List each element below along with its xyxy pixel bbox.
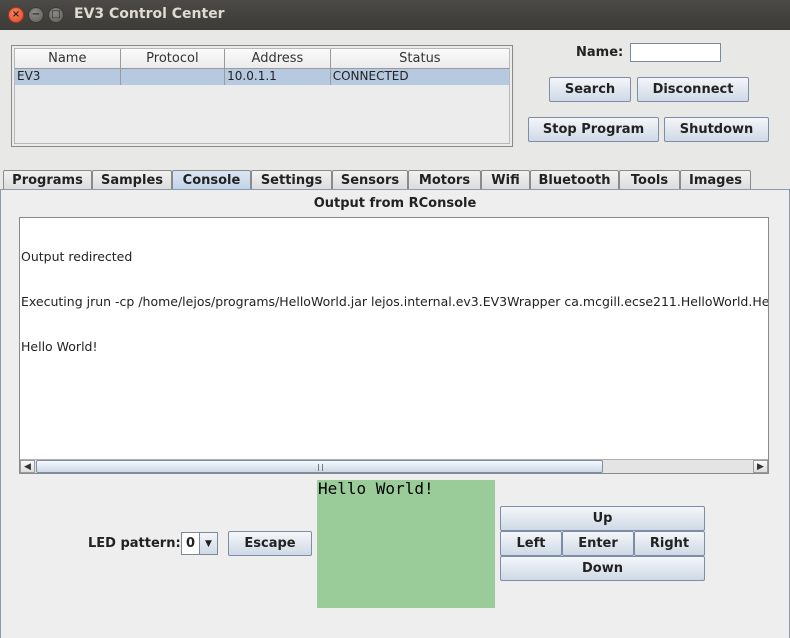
tab-images[interactable]: Images <box>680 170 751 189</box>
tab-samples[interactable]: Samples <box>92 170 172 189</box>
table-row[interactable]: EV3 10.0.1.1 CONNECTED <box>15 69 509 85</box>
name-label: Name: <box>576 45 624 60</box>
cell-status: CONNECTED <box>332 69 409 83</box>
close-icon[interactable]: × <box>8 7 24 23</box>
column-header-name[interactable]: Name <box>15 49 121 69</box>
up-button[interactable]: Up <box>500 506 705 531</box>
disconnect-button[interactable]: Disconnect <box>637 77 749 102</box>
console-line: Output redirected <box>21 249 133 264</box>
tab-wifi[interactable]: Wifi <box>481 170 530 189</box>
console-title: Output from RConsole <box>313 196 477 211</box>
title-bar: × − □ EV3 Control Center <box>0 0 790 30</box>
maximize-icon[interactable]: □ <box>48 7 64 23</box>
device-table-viewport: Name Protocol Address Status EV3 10.0.1.… <box>14 48 510 144</box>
led-pattern-label: LED pattern: <box>88 536 181 551</box>
tab-motors[interactable]: Motors <box>408 170 481 189</box>
cell-name: EV3 <box>15 69 121 85</box>
tab-sensors[interactable]: Sensors <box>332 170 408 189</box>
device-table: Name Protocol Address Status EV3 10.0.1.… <box>11 45 513 147</box>
search-button[interactable]: Search <box>549 77 631 102</box>
stop-program-button[interactable]: Stop Program <box>528 117 659 142</box>
tab-tools[interactable]: Tools <box>619 170 680 189</box>
grip-icon <box>317 464 323 471</box>
console-line: Executing jrun -cp /home/lejos/programs/… <box>21 294 769 309</box>
name-field[interactable] <box>630 43 721 62</box>
column-header-protocol[interactable]: Protocol <box>120 49 226 69</box>
led-pattern-select[interactable]: 0 ▼ <box>181 532 218 555</box>
lcd-text: Hello World! <box>318 479 434 498</box>
tab-console[interactable]: Console <box>172 170 251 190</box>
tab-programs[interactable]: Programs <box>3 170 92 189</box>
scroll-thumb[interactable] <box>36 460 603 473</box>
horizontal-scrollbar[interactable]: ◀ ▶ <box>20 459 768 473</box>
enter-button[interactable]: Enter <box>562 531 634 556</box>
escape-button[interactable]: Escape <box>228 531 312 556</box>
console-text-area[interactable]: Output redirected Executing jrun -cp /ho… <box>21 219 768 457</box>
console-line: Hello World! <box>21 339 98 354</box>
column-header-status[interactable]: Status <box>330 49 510 69</box>
led-pattern-value: 0 <box>185 536 196 551</box>
cell-protocol <box>121 69 226 85</box>
cell-address: 10.0.1.1 <box>225 69 331 85</box>
window-title: EV3 Control Center <box>74 6 225 22</box>
table-header: Name Protocol Address Status <box>15 49 510 69</box>
console-output[interactable]: Output redirected Executing jrun -cp /ho… <box>19 217 769 474</box>
minimize-icon[interactable]: − <box>28 7 44 23</box>
tab-bluetooth[interactable]: Bluetooth <box>530 170 619 189</box>
scroll-right-icon[interactable]: ▶ <box>753 460 768 473</box>
column-header-address[interactable]: Address <box>225 49 331 69</box>
tab-settings[interactable]: Settings <box>251 170 332 189</box>
down-button[interactable]: Down <box>500 556 705 581</box>
shutdown-button[interactable]: Shutdown <box>664 117 769 142</box>
right-button[interactable]: Right <box>634 531 705 556</box>
chevron-down-icon[interactable]: ▼ <box>199 533 217 554</box>
scroll-left-icon[interactable]: ◀ <box>20 460 35 473</box>
left-button[interactable]: Left <box>500 531 562 556</box>
tab-bar: Programs Samples Console Settings Sensor… <box>0 170 790 190</box>
lcd-display: Hello World! <box>317 480 495 608</box>
